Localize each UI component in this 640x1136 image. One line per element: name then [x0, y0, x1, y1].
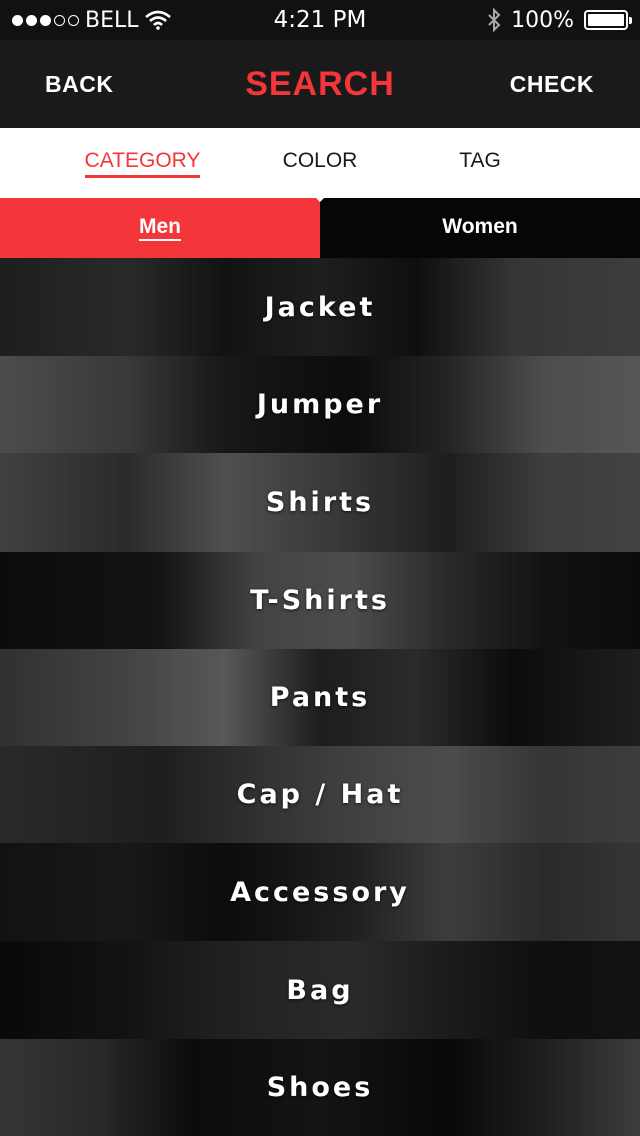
category-label: Jumper — [256, 389, 384, 420]
filter-tabs: CATEGORY COLOR TAG — [0, 128, 640, 198]
category-label: Shirts — [265, 487, 375, 518]
battery-percent: 100% — [511, 7, 574, 33]
category-item-t-shirts[interactable]: T-Shirts — [0, 552, 640, 649]
category-item-bag[interactable]: Bag — [0, 941, 640, 1039]
tab-color-label: COLOR — [282, 149, 358, 172]
status-right: 100% — [487, 0, 632, 40]
status-bar: BELL 4:21 PM 100% — [0, 0, 640, 40]
category-item-shirts[interactable]: Shirts — [0, 453, 640, 552]
tab-pointer — [312, 194, 328, 202]
bluetooth-icon — [488, 8, 501, 32]
category-label: T-Shirts — [250, 585, 390, 616]
battery-icon — [584, 10, 632, 30]
gender-men-label: Men — [139, 215, 181, 241]
category-label: Accessory — [230, 876, 410, 908]
gender-men-button[interactable]: Men — [0, 198, 320, 258]
check-button[interactable]: CHECK — [510, 40, 594, 128]
category-item-pants[interactable]: Pants — [0, 649, 640, 746]
tab-color[interactable]: COLOR — [250, 128, 390, 198]
tab-tag[interactable]: TAG — [420, 128, 540, 198]
category-item-shoes[interactable]: Shoes — [0, 1039, 640, 1136]
category-label: Shoes — [266, 1072, 374, 1103]
category-item-jumper[interactable]: Jumper — [0, 356, 640, 453]
category-label: Jacket — [264, 291, 376, 323]
category-list: Jacket Jumper Shirts T-Shirts Pants Cap … — [0, 258, 640, 1136]
tab-category-label: CATEGORY — [84, 149, 201, 178]
gender-women-button[interactable]: Women — [320, 198, 640, 258]
category-label: Cap / Hat — [236, 779, 404, 810]
category-item-jacket[interactable]: Jacket — [0, 258, 640, 356]
category-label: Pants — [269, 682, 371, 713]
category-item-cap-hat[interactable]: Cap / Hat — [0, 746, 640, 843]
nav-bar: BACK SEARCH CHECK — [0, 40, 640, 128]
gender-women-label: Women — [442, 215, 518, 238]
tab-category[interactable]: CATEGORY — [70, 128, 215, 198]
category-label: Bag — [286, 974, 354, 1006]
category-item-accessory[interactable]: Accessory — [0, 843, 640, 941]
tab-tag-label: TAG — [459, 149, 501, 172]
gender-toggle: Men Women — [0, 198, 640, 258]
